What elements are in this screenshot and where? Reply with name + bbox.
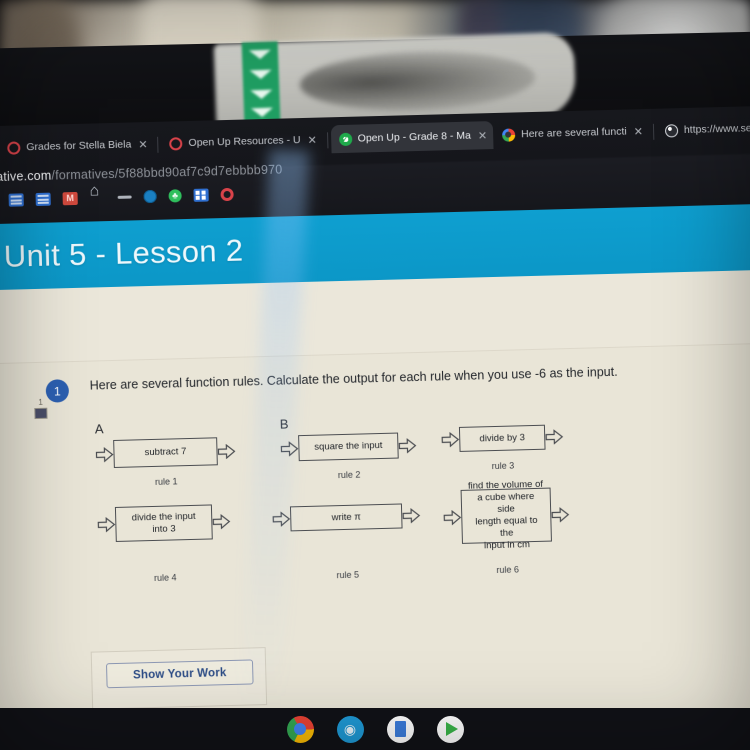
red-ring-icon[interactable] bbox=[220, 187, 234, 202]
play-store-icon[interactable] bbox=[436, 715, 464, 743]
tab-title: Open Up - Grade 8 - Ma bbox=[357, 129, 472, 145]
dash-icon[interactable] bbox=[117, 195, 132, 199]
tab-title: Grades for Stella Biela bbox=[26, 138, 132, 154]
url-path: /formatives/5f88bbd90af7c9d7ebbbb970 bbox=[51, 162, 283, 183]
screenshot-photo: Grades for Stella Biela ✕ Open Up Resour… bbox=[0, 0, 750, 750]
browser-tab-4[interactable]: Here are several functi ✕ bbox=[494, 117, 650, 149]
close-icon[interactable]: ✕ bbox=[478, 129, 488, 142]
rule-card-6: find the volume of a cube where side len… bbox=[443, 479, 571, 576]
rule-box: subtract 7 bbox=[113, 437, 218, 468]
output-arrow-icon bbox=[217, 443, 236, 459]
input-arrow-icon bbox=[441, 431, 460, 448]
browser-tab-1[interactable]: Grades for Stella Biela ✕ bbox=[0, 130, 154, 162]
input-arrow-icon bbox=[95, 446, 114, 462]
browser-tab-2[interactable]: Open Up Resources - U ✕ bbox=[161, 125, 323, 157]
rule-box: write π bbox=[289, 503, 403, 532]
taskbar bbox=[0, 708, 750, 750]
rule-label: rule 5 bbox=[336, 569, 360, 581]
google-g-icon bbox=[501, 127, 516, 142]
input-arrow-icon bbox=[280, 440, 299, 457]
tab-title: Open Up Resources - U bbox=[188, 134, 301, 150]
rule-card-1: A subtract 7 rule 1 bbox=[95, 418, 237, 489]
page-thumbnail-icon bbox=[34, 407, 48, 420]
doc-icon[interactable] bbox=[35, 192, 51, 207]
green-clover-icon[interactable] bbox=[168, 189, 182, 203]
rule-box: find the volume of a cube where side len… bbox=[460, 479, 552, 551]
question-row: 1 Here are several function rules. Calcu… bbox=[0, 359, 750, 404]
red-ring-icon bbox=[7, 140, 21, 155]
browser-tab-5[interactable]: https://www.securly.c ✕ bbox=[657, 113, 750, 145]
input-arrow-icon bbox=[272, 511, 291, 527]
google-docs-icon[interactable] bbox=[386, 715, 414, 743]
url-domain: ormative.com bbox=[0, 168, 52, 185]
green-arrow-tape bbox=[241, 41, 281, 123]
tab-divider bbox=[157, 136, 159, 153]
show-work-panel: Show Your Work bbox=[90, 647, 268, 710]
input-arrow-icon bbox=[443, 509, 462, 525]
red-ring-icon bbox=[169, 136, 183, 150]
question-prompt: Here are several function rules. Calcula… bbox=[89, 364, 618, 393]
web-page: - Unit 5 - Lesson 2 1 1 Here are several… bbox=[0, 203, 750, 735]
browser-tab-3-active[interactable]: Open Up - Grade 8 - Ma ✕ bbox=[330, 121, 494, 154]
rule-box: divide the input into 3 bbox=[114, 504, 213, 542]
rule-tag: A bbox=[94, 421, 104, 437]
m-red-icon[interactable] bbox=[62, 191, 78, 206]
rule-card-4: divide the input into 3 rule 4 bbox=[97, 504, 232, 584]
tab-divider bbox=[652, 123, 655, 140]
chrome-icon[interactable] bbox=[286, 715, 314, 743]
tab-title: https://www.securly.c bbox=[683, 121, 750, 137]
page-title: - Unit 5 - Lesson 2 bbox=[0, 232, 244, 275]
rule-card-5: write π rule 5 bbox=[272, 503, 422, 582]
page-thumbnail-marker[interactable]: 1 bbox=[34, 397, 48, 420]
rule-box: divide by 3 bbox=[458, 424, 546, 452]
show-your-work-button[interactable]: Show Your Work bbox=[105, 659, 254, 689]
output-arrow-icon bbox=[212, 513, 231, 530]
rule-label: rule 6 bbox=[496, 564, 520, 576]
question-number-badge: 1 bbox=[45, 379, 70, 403]
output-arrow-icon bbox=[398, 437, 417, 454]
green-check-icon bbox=[338, 132, 352, 146]
tab-divider bbox=[326, 132, 328, 149]
rule-label: rule 3 bbox=[491, 460, 515, 472]
rule-label: rule 2 bbox=[337, 469, 361, 481]
rule-label: rule 4 bbox=[153, 572, 177, 583]
rule-label: rule 1 bbox=[154, 476, 178, 487]
grid-icon[interactable] bbox=[193, 188, 209, 202]
input-arrow-icon bbox=[97, 516, 116, 533]
output-arrow-icon bbox=[402, 507, 421, 524]
output-arrow-icon bbox=[545, 429, 564, 445]
blue-circle-icon[interactable] bbox=[143, 189, 157, 204]
rule-tag: B bbox=[279, 416, 289, 432]
tab-title: Here are several functi bbox=[520, 125, 627, 141]
rule-card-3: divide by 3 rule 3 bbox=[441, 424, 564, 472]
close-icon[interactable]: ✕ bbox=[138, 138, 148, 151]
securly-icon[interactable] bbox=[336, 715, 364, 743]
close-icon[interactable]: ✕ bbox=[307, 133, 317, 146]
close-icon[interactable]: ✕ bbox=[634, 125, 644, 138]
globe-icon bbox=[664, 123, 679, 138]
output-arrow-icon bbox=[551, 506, 570, 523]
home-icon[interactable] bbox=[90, 193, 106, 202]
bookmarks-bar bbox=[0, 187, 234, 207]
page-number: 1 bbox=[38, 397, 43, 407]
doc-icon[interactable] bbox=[8, 193, 24, 207]
rule-card-2: B square the input rule 2 bbox=[280, 413, 418, 482]
rule-box: square the input bbox=[298, 432, 399, 462]
